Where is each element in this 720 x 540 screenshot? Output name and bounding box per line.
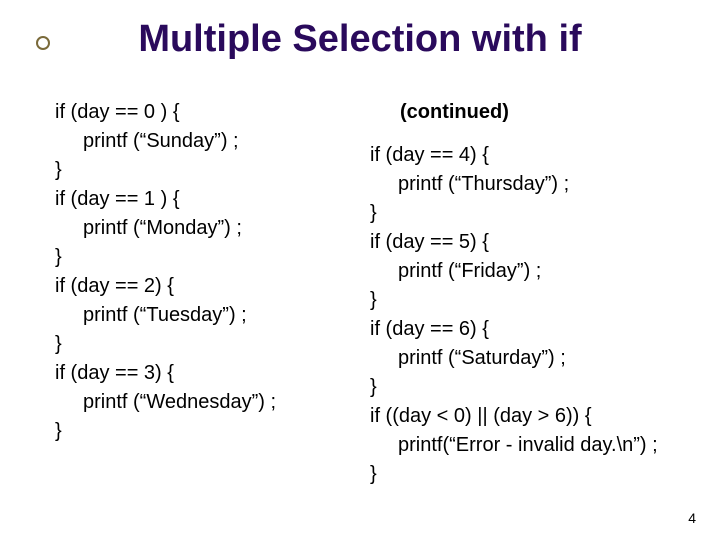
code-line: } [55,417,355,446]
code-line: if (day == 1 ) { [55,185,355,214]
code-line: printf (“Sunday”) ; [55,127,355,156]
slide: Multiple Selection with if if (day == 0 … [0,0,720,540]
code-line: printf (“Thursday”) ; [370,170,700,199]
code-line: printf (“Friday”) ; [370,257,700,286]
page-number: 4 [688,510,696,526]
code-line: printf(“Error - invalid day.\n”) ; [370,431,700,460]
code-line: } [370,460,700,489]
code-column-right: (continued) if (day == 4) { printf (“Thu… [370,98,700,489]
code-line: if (day == 4) { [370,141,700,170]
code-line: } [55,330,355,359]
code-line: printf (“Saturday”) ; [370,344,700,373]
code-line: if (day == 6) { [370,315,700,344]
code-line: } [55,156,355,185]
code-line: printf (“Tuesday”) ; [55,301,355,330]
code-line: if ((day < 0) || (day > 6)) { [370,402,700,431]
continued-label: (continued) [400,98,700,127]
code-line: } [370,373,700,402]
code-line: if (day == 5) { [370,228,700,257]
code-line: printf (“Wednesday”) ; [55,388,355,417]
code-line: } [370,286,700,315]
code-column-left: if (day == 0 ) { printf (“Sunday”) ; } i… [55,98,355,446]
code-line: if (day == 3) { [55,359,355,388]
code-line: if (day == 0 ) { [55,98,355,127]
slide-title: Multiple Selection with if [0,18,720,61]
code-line: if (day == 2) { [55,272,355,301]
code-line: } [370,199,700,228]
code-line: } [55,243,355,272]
code-line: printf (“Monday”) ; [55,214,355,243]
